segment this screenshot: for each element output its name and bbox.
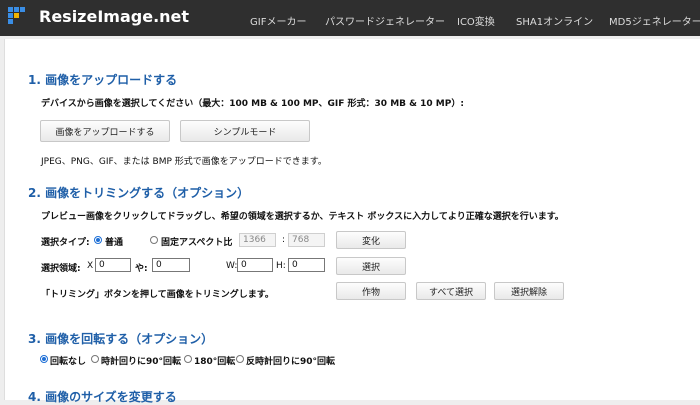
- y-input[interactable]: 0: [152, 258, 190, 272]
- normal-label: 普通: [105, 238, 124, 248]
- height-input[interactable]: 0: [288, 258, 325, 272]
- aspect-height-input[interactable]: 768: [288, 233, 325, 247]
- select-all-button[interactable]: すべて選択: [416, 282, 486, 300]
- crop-hint-text: 「トリミング」ボタンを押して画像をトリミングします。: [41, 290, 274, 300]
- rotate-cw90-label: 時計回りに90°回転: [101, 357, 182, 367]
- fixed-aspect-radio[interactable]: [150, 236, 158, 244]
- x-label: X: [87, 261, 94, 271]
- change-button[interactable]: 変化: [336, 231, 406, 249]
- rotate-none-label: 回転なし: [50, 357, 87, 367]
- site-brand[interactable]: ResizeImage.net: [39, 7, 189, 26]
- upload-description: デバイスから画像を選択してください（最大：100 MB & 100 MP、GIF…: [41, 99, 464, 109]
- y-label: や:: [135, 264, 148, 274]
- h-label: H:: [276, 261, 286, 271]
- width-input[interactable]: 0: [237, 258, 273, 272]
- rotate-heading: 3. 画像を回転する（オプション）: [28, 332, 214, 346]
- nav-sha1-online[interactable]: SHA1オンライン: [516, 13, 593, 28]
- simple-mode-button[interactable]: シンプルモード: [180, 120, 310, 142]
- w-label: W:: [226, 261, 238, 271]
- rotate-ccw90-radio[interactable]: [236, 355, 244, 363]
- upload-image-button[interactable]: 画像をアップロードする: [40, 120, 170, 142]
- logo-icon[interactable]: [8, 7, 32, 29]
- fixed-aspect-label: 固定アスペクト比: [161, 238, 233, 248]
- nav-gif-maker[interactable]: GIFメーカー: [250, 13, 306, 28]
- select-button[interactable]: 選択: [336, 257, 406, 275]
- rotate-180-radio[interactable]: [184, 355, 192, 363]
- selection-type-label: 選択タイプ:: [41, 238, 90, 248]
- nav-md5-generator[interactable]: MD5ジェネレーター: [609, 13, 700, 28]
- x-input[interactable]: 0: [95, 258, 131, 272]
- rotate-cw90-radio[interactable]: [91, 355, 99, 363]
- deselect-button[interactable]: 選択解除: [494, 282, 564, 300]
- nav-ico-converter[interactable]: ICO変換: [457, 13, 495, 28]
- resize-heading: 4. 画像のサイズを変更する: [28, 390, 177, 404]
- crop-button[interactable]: 作物: [336, 282, 406, 300]
- rotate-ccw90-label: 反時計回りに90°回転: [246, 357, 336, 367]
- upload-heading: 1. 画像をアップロードする: [28, 73, 178, 87]
- selection-area-label: 選択領域:: [41, 264, 81, 274]
- normal-radio[interactable]: [94, 236, 102, 244]
- top-navigation-bar: ResizeImage.net GIFメーカー パスワードジェネレーター ICO…: [0, 0, 700, 36]
- nav-password-generator[interactable]: パスワードジェネレーター: [325, 13, 445, 28]
- aspect-separator: :: [282, 235, 286, 245]
- supported-formats-text: JPEG、PNG、GIF、または BMP 形式で画像をアップロードできます。: [41, 157, 327, 167]
- aspect-width-input[interactable]: 1366: [239, 233, 276, 247]
- crop-heading: 2. 画像をトリミングする（オプション）: [28, 186, 250, 200]
- crop-description: プレビュー画像をクリックしてドラッグし、希望の領域を選択するか、テキスト ボック…: [41, 212, 564, 222]
- rotate-none-radio[interactable]: [40, 355, 48, 363]
- rotate-180-label: 180°回転: [194, 357, 236, 367]
